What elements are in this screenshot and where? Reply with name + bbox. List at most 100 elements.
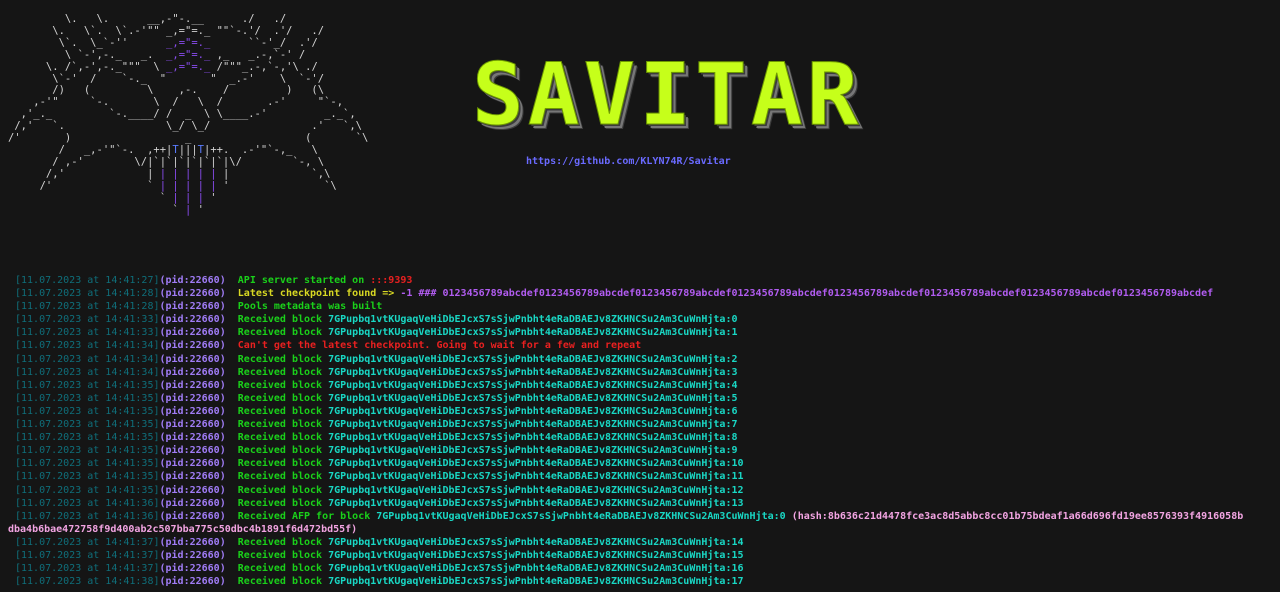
log-message: Received AFP for block	[237, 510, 377, 522]
log-timestamp: [11.07.2023 at 14:41:35]	[15, 419, 160, 431]
log-timestamp: [11.07.2023 at 14:41:38]	[15, 576, 160, 588]
log-pid: (pid:22660)	[159, 275, 226, 286]
log-timestamp: [11.07.2023 at 14:41:35]	[15, 392, 160, 404]
log-message: Received block	[237, 471, 329, 483]
log-line: [11.07.2023 at 14:41:34](pid:22660) Rece…	[15, 366, 1277, 379]
log-value: 7GPupbq1vtKUgaqVeHiDbEJcxS7sSjwPnbht4eRa…	[328, 327, 738, 339]
log-value: 7GPupbq1vtKUgaqVeHiDbEJcxS7sSjwPnbht4eRa…	[328, 549, 744, 561]
log-timestamp: [11.07.2023 at 14:41:36]	[15, 497, 160, 509]
log-hash-continued: dba4b6bae472758f9d400ab2c507bba775c50dbc…	[8, 523, 358, 535]
log-message: Received block	[237, 379, 329, 391]
log-message: Received block	[237, 353, 329, 365]
terminal-log: [11.07.2023 at 14:41:27](pid:22660) API …	[8, 274, 1277, 588]
log-value: 7GPupbq1vtKUgaqVeHiDbEJcxS7sSjwPnbht4eRa…	[328, 458, 744, 470]
log-message: Received block	[237, 366, 329, 378]
log-timestamp: [11.07.2023 at 14:41:34]	[15, 353, 160, 365]
log-pid: (pid:22660)	[159, 471, 226, 483]
log-message: Received block	[237, 432, 329, 444]
log-line: [11.07.2023 at 14:41:35](pid:22660) Rece…	[15, 484, 1277, 497]
log-pid: (pid:22660)	[159, 432, 226, 444]
repo-link[interactable]: https://github.com/KLYN74R/Savitar	[526, 156, 731, 167]
log-message: Received block	[237, 536, 329, 548]
log-value: 7GPupbq1vtKUgaqVeHiDbEJcxS7sSjwPnbht4eRa…	[328, 536, 744, 548]
log-pid: (pid:22660)	[159, 301, 226, 313]
log-timestamp: [11.07.2023 at 14:41:35]	[15, 405, 160, 417]
log-line: [11.07.2023 at 14:41:38](pid:22660) Rece…	[15, 575, 1277, 588]
log-line: [11.07.2023 at 14:41:35](pid:22660) Rece…	[15, 405, 1277, 418]
log-value: 7GPupbq1vtKUgaqVeHiDbEJcxS7sSjwPnbht4eRa…	[328, 353, 738, 365]
log-line-afp-continued: dba4b6bae472758f9d400ab2c507bba775c50dbc…	[8, 523, 1277, 536]
log-line: [11.07.2023 at 14:41:28](pid:22660) Late…	[15, 287, 1277, 300]
log-message: Can't get the latest checkpoint. Going t…	[237, 340, 642, 352]
log-value: 7GPupbq1vtKUgaqVeHiDbEJcxS7sSjwPnbht4eRa…	[328, 392, 738, 404]
savitar-logo: SAVITAR	[471, 45, 863, 145]
log-message: API server started on	[237, 275, 371, 286]
log-message: Received block	[237, 445, 329, 457]
log-timestamp: [11.07.2023 at 14:41:34]	[15, 366, 160, 378]
log-pid: (pid:22660)	[159, 536, 226, 548]
log-value: :::9393	[370, 275, 413, 286]
log-value: 7GPupbq1vtKUgaqVeHiDbEJcxS7sSjwPnbht4eRa…	[328, 419, 738, 431]
log-pid: (pid:22660)	[159, 576, 226, 588]
log-timestamp: [11.07.2023 at 14:41:37]	[15, 536, 160, 548]
log-line-afp: [11.07.2023 at 14:41:36](pid:22660) Rece…	[15, 510, 1277, 523]
log-message: Received block	[237, 314, 329, 326]
log-timestamp: [11.07.2023 at 14:41:34]	[15, 340, 160, 352]
log-value: 7GPupbq1vtKUgaqVeHiDbEJcxS7sSjwPnbht4eRa…	[328, 497, 744, 509]
log-timestamp: [11.07.2023 at 14:41:35]	[15, 432, 160, 444]
log-pid: (pid:22660)	[159, 458, 226, 470]
log-line: [11.07.2023 at 14:41:35](pid:22660) Rece…	[15, 444, 1277, 457]
log-value: 7GPupbq1vtKUgaqVeHiDbEJcxS7sSjwPnbht4eRa…	[328, 576, 744, 588]
log-message: Received block	[237, 419, 329, 431]
log-value: 7GPupbq1vtKUgaqVeHiDbEJcxS7sSjwPnbht4eRa…	[328, 445, 738, 457]
log-value: 7GPupbq1vtKUgaqVeHiDbEJcxS7sSjwPnbht4eRa…	[328, 563, 744, 575]
log-pid: (pid:22660)	[159, 327, 226, 339]
log-pid: (pid:22660)	[159, 445, 226, 457]
log-timestamp: [11.07.2023 at 14:41:28]	[15, 288, 160, 300]
log-line: [11.07.2023 at 14:41:37](pid:22660) Rece…	[15, 536, 1277, 549]
log-pid: (pid:22660)	[159, 405, 226, 417]
ascii-art-logo: \. \. __,-"-.__ ./ ./ \. \`. \`.-'"" _,=…	[8, 13, 369, 216]
log-line: [11.07.2023 at 14:41:35](pid:22660) Rece…	[15, 392, 1277, 405]
log-block-id: 7GPupbq1vtKUgaqVeHiDbEJcxS7sSjwPnbht4eRa…	[376, 510, 786, 522]
log-line: [11.07.2023 at 14:41:35](pid:22660) Rece…	[15, 379, 1277, 392]
log-message: Received block	[237, 327, 329, 339]
log-line: [11.07.2023 at 14:41:28](pid:22660) Pool…	[15, 300, 1277, 313]
log-message: Pools metadata was built	[237, 301, 383, 313]
log-timestamp: [11.07.2023 at 14:41:37]	[15, 563, 160, 575]
log-timestamp: [11.07.2023 at 14:41:35]	[15, 458, 160, 470]
log-message: Received block	[237, 549, 329, 561]
log-pid: (pid:22660)	[159, 288, 226, 300]
log-timestamp: [11.07.2023 at 14:41:35]	[15, 445, 160, 457]
log-value: 7GPupbq1vtKUgaqVeHiDbEJcxS7sSjwPnbht4eRa…	[328, 314, 738, 326]
log-value: 7GPupbq1vtKUgaqVeHiDbEJcxS7sSjwPnbht4eRa…	[328, 366, 738, 378]
log-timestamp: [11.07.2023 at 14:41:36]	[15, 510, 160, 522]
log-line: [11.07.2023 at 14:41:33](pid:22660) Rece…	[15, 326, 1277, 339]
log-timestamp: [11.07.2023 at 14:41:35]	[15, 484, 160, 496]
log-message: Received block	[237, 405, 329, 417]
log-line: [11.07.2023 at 14:41:37](pid:22660) Rece…	[15, 562, 1277, 575]
log-pid: (pid:22660)	[159, 366, 226, 378]
log-timestamp: [11.07.2023 at 14:41:28]	[15, 301, 160, 313]
log-pid: (pid:22660)	[159, 340, 226, 352]
log-pid: (pid:22660)	[159, 392, 226, 404]
log-line: [11.07.2023 at 14:41:34](pid:22660) Can'…	[15, 339, 1277, 352]
log-pid: (pid:22660)	[159, 549, 226, 561]
log-pid: (pid:22660)	[159, 379, 226, 391]
log-message: Received block	[237, 563, 329, 575]
log-timestamp: [11.07.2023 at 14:41:35]	[15, 379, 160, 391]
log-line: [11.07.2023 at 14:41:35](pid:22660) Rece…	[15, 418, 1277, 431]
log-value: 7GPupbq1vtKUgaqVeHiDbEJcxS7sSjwPnbht4eRa…	[328, 379, 738, 391]
log-timestamp: [11.07.2023 at 14:41:37]	[15, 549, 160, 561]
log-line: [11.07.2023 at 14:41:36](pid:22660) Rece…	[15, 497, 1277, 510]
log-message: Received block	[237, 497, 329, 509]
log-line: [11.07.2023 at 14:41:34](pid:22660) Rece…	[15, 353, 1277, 366]
log-line: [11.07.2023 at 14:41:35](pid:22660) Rece…	[15, 470, 1277, 483]
log-line: [11.07.2023 at 14:41:27](pid:22660) API …	[15, 274, 1277, 287]
log-pid: (pid:22660)	[159, 510, 226, 522]
log-timestamp: [11.07.2023 at 14:41:33]	[15, 314, 160, 326]
log-line: [11.07.2023 at 14:41:35](pid:22660) Rece…	[15, 457, 1277, 470]
log-pid: (pid:22660)	[159, 353, 226, 365]
log-value: -1 ### 0123456789abcdef0123456789abcdef0…	[400, 288, 1214, 300]
log-message: Received block	[237, 458, 329, 470]
